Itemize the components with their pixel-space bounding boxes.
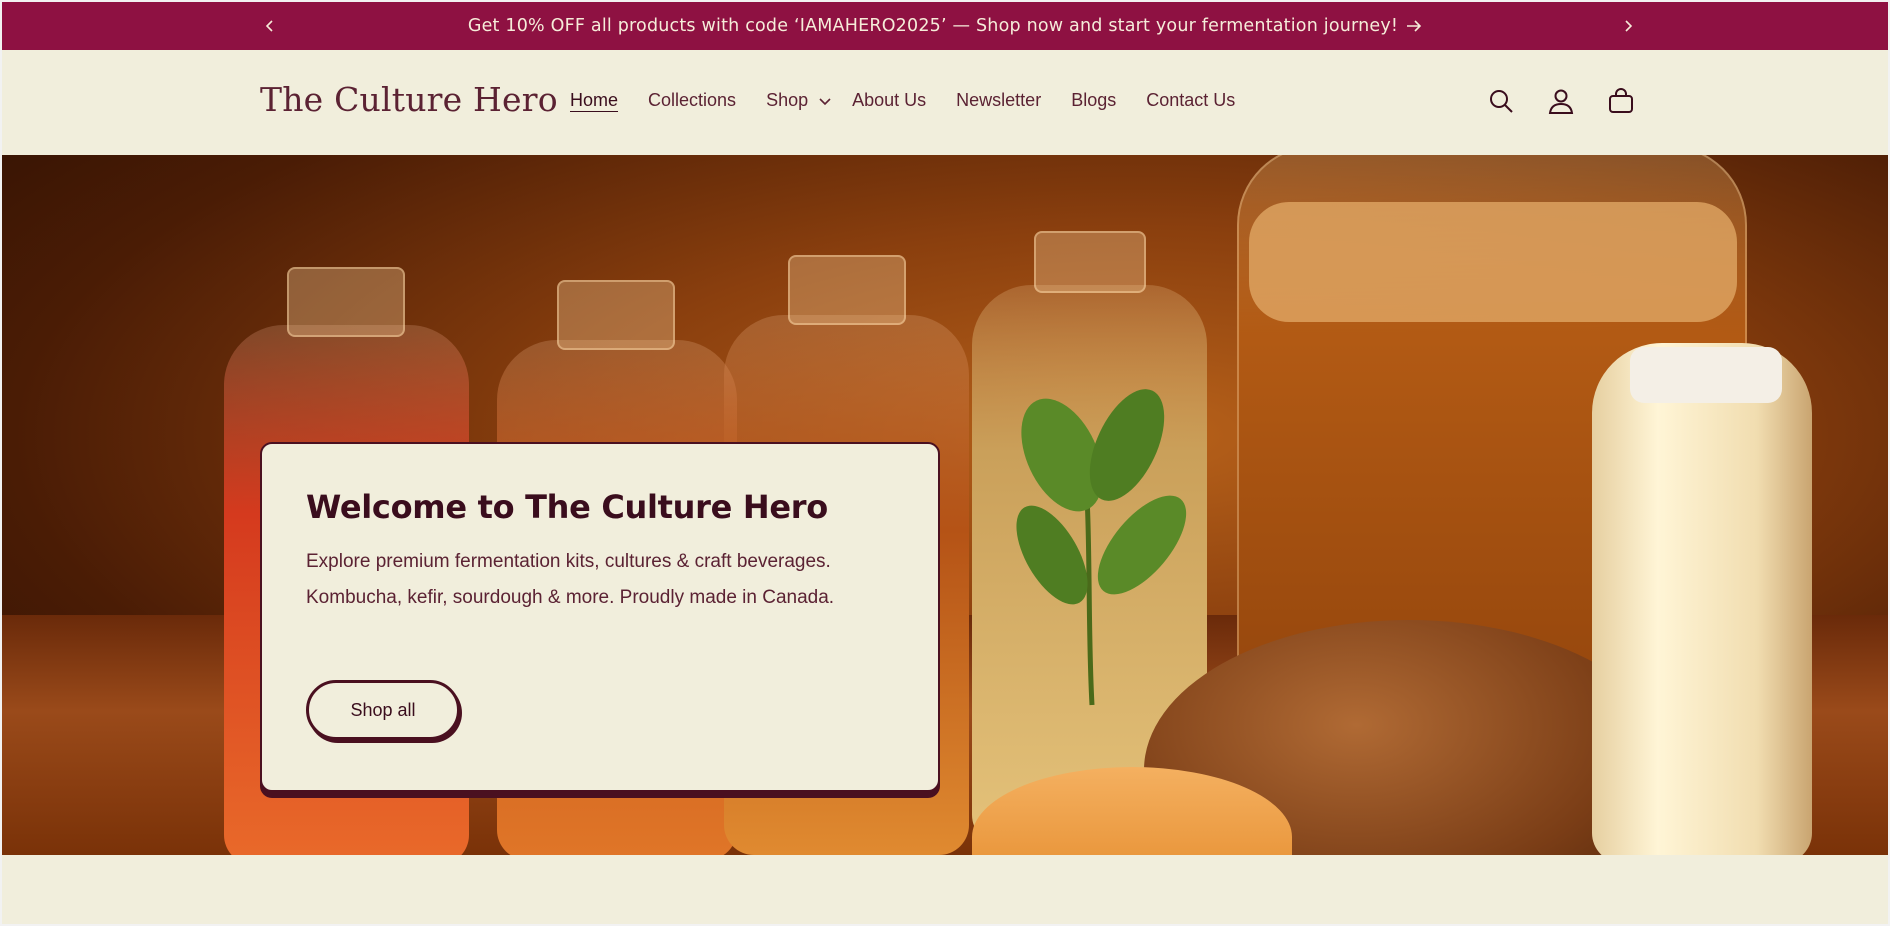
site-logo[interactable]: The Culture Hero	[260, 80, 558, 119]
nav-item-contact-us[interactable]: Contact Us	[1146, 90, 1235, 111]
nav-item-shop[interactable]: Shop	[766, 90, 808, 111]
announcement-link[interactable]: Get 10% OFF all products with code ‘IAMA…	[468, 16, 1422, 36]
announcement-bar: Get 10% OFF all products with code ‘IAMA…	[2, 2, 1888, 50]
kefir-bottle-cap	[1630, 347, 1782, 403]
chevron-right-icon	[1625, 20, 1633, 32]
nav-item-blogs[interactable]: Blogs	[1071, 90, 1116, 111]
announcement-next-button[interactable]	[1616, 14, 1640, 38]
chevron-left-icon	[265, 20, 273, 32]
hero-bottle-neck	[287, 267, 405, 337]
jar-scoby	[1249, 202, 1737, 322]
announcement-message: Get 10% OFF all products with code ‘IAMA…	[467, 16, 1399, 36]
account-icon[interactable]	[1546, 86, 1576, 116]
hero-bottle-neck	[1034, 231, 1146, 293]
cart-icon[interactable]	[1606, 86, 1636, 116]
arrow-right-icon	[1407, 20, 1422, 32]
hero-content-card: Welcome to The Culture Hero Explore prem…	[260, 442, 940, 792]
nav-item-about-us[interactable]: About Us	[852, 90, 926, 111]
chevron-down-icon[interactable]	[818, 94, 832, 108]
section-below-hero	[2, 855, 1888, 924]
nav-item-shop-label: Shop	[766, 90, 809, 110]
site-header: The Culture Hero Home Collections Shop A…	[2, 50, 1888, 155]
main-nav: Home Collections Shop About Us Newslette…	[570, 90, 1265, 111]
mint-leaves-image	[1016, 389, 1187, 706]
nav-item-newsletter[interactable]: Newsletter	[956, 90, 1041, 111]
hero-description: Explore premium fermentation kits, cultu…	[306, 551, 835, 608]
header-icons	[1486, 86, 1636, 116]
kefir-bottle-image	[1592, 343, 1812, 855]
hero-bottle-neck	[557, 280, 675, 350]
search-icon[interactable]	[1486, 86, 1516, 116]
announcement-prev-button[interactable]	[258, 14, 282, 38]
nav-item-collections[interactable]: Collections	[648, 90, 736, 111]
hero-title: Welcome to The Culture Hero	[306, 488, 828, 526]
hero-bottle-neck	[788, 255, 906, 325]
nav-item-home[interactable]: Home	[570, 90, 618, 111]
shop-all-button[interactable]: Shop all	[306, 680, 460, 740]
